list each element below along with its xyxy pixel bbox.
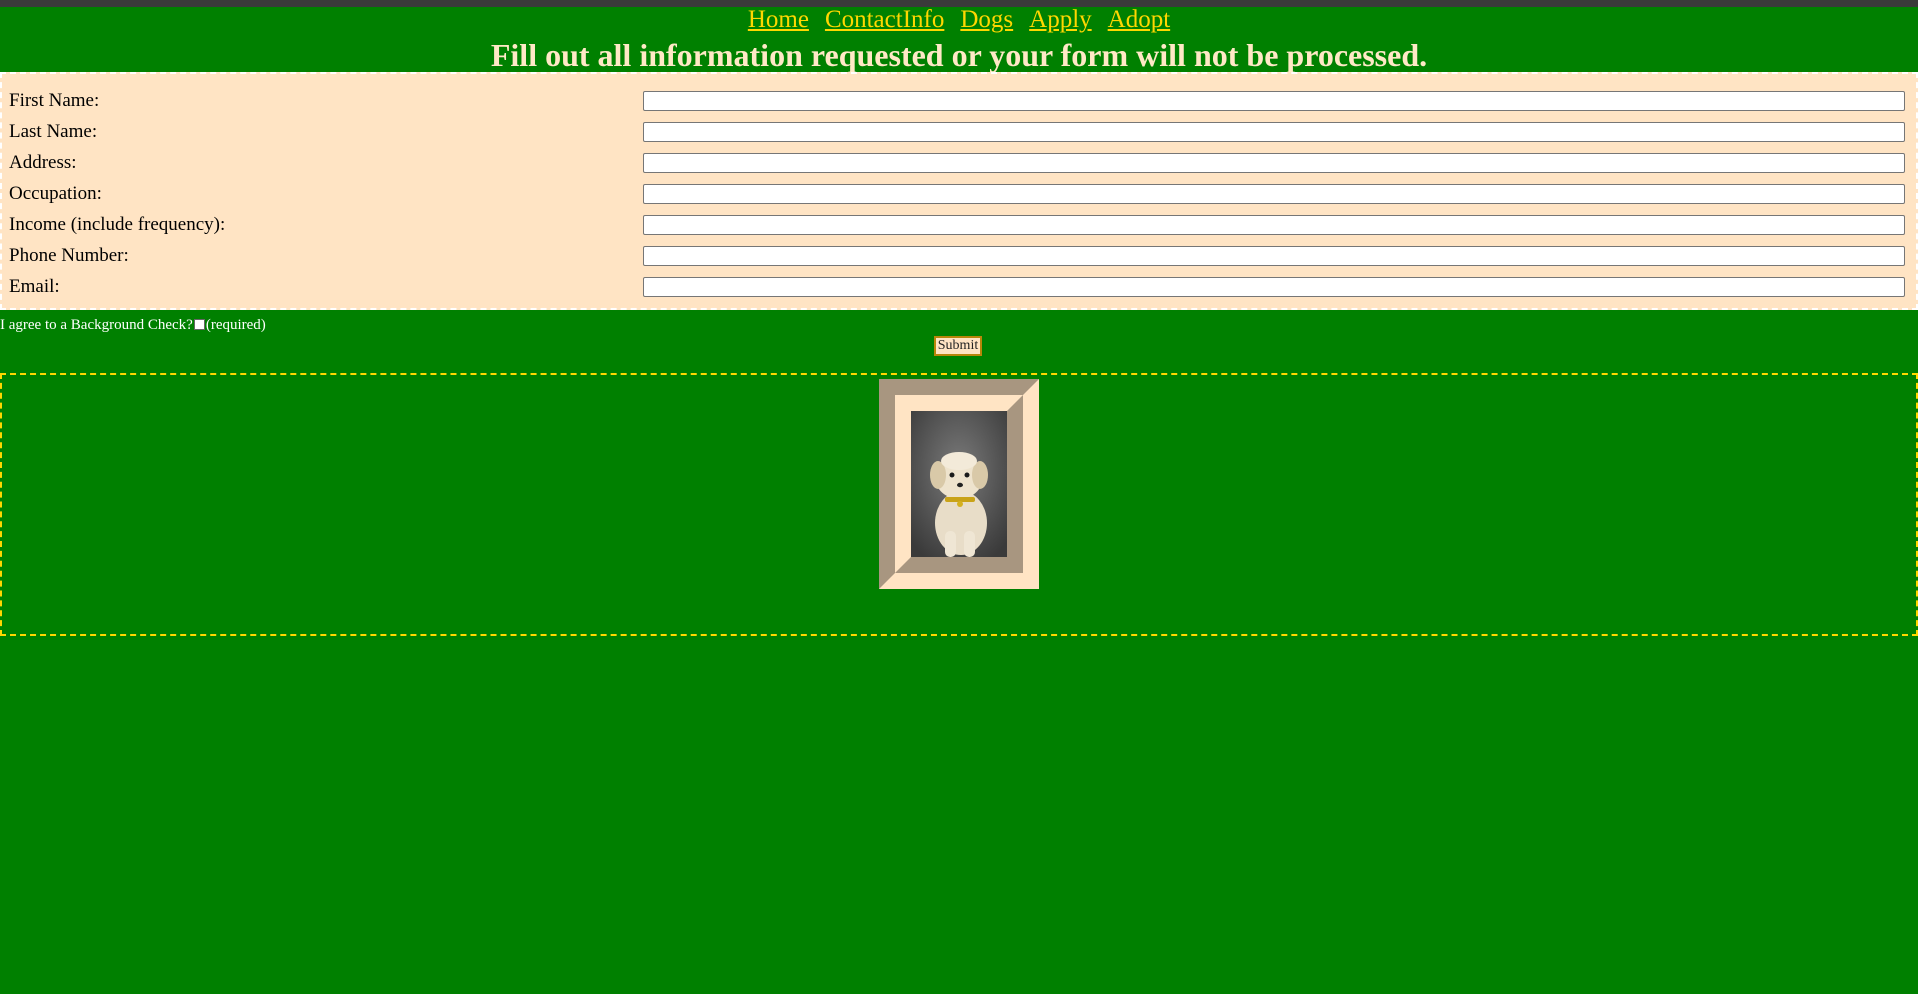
background-check-agreement: I agree to a Background Check? (required… bbox=[0, 317, 266, 334]
browser-top-bar bbox=[0, 0, 1918, 7]
income-label: Income (include frequency): bbox=[9, 214, 226, 235]
nav-link-contactinfo[interactable]: ContactInfo bbox=[825, 6, 944, 33]
occupation-input[interactable] bbox=[643, 184, 1905, 204]
phone-label: Phone Number: bbox=[9, 245, 129, 266]
submit-button[interactable]: Submit bbox=[934, 336, 982, 356]
address-label: Address: bbox=[9, 152, 77, 173]
required-note: (required) bbox=[205, 317, 266, 333]
nav-link-dogs[interactable]: Dogs bbox=[960, 6, 1013, 33]
picture-frame-inner bbox=[895, 395, 1023, 573]
form-row-last-name: Last Name: bbox=[2, 117, 1916, 148]
form-row-phone: Phone Number: bbox=[2, 241, 1916, 272]
form-row-income: Income (include frequency): bbox=[2, 210, 1916, 241]
occupation-label: Occupation: bbox=[9, 183, 102, 204]
application-form: First Name: Last Name: Address: Occupati… bbox=[0, 72, 1918, 310]
nav-bar: Home ContactInfo Dogs Apply Adopt bbox=[0, 7, 1918, 34]
first-name-label: First Name: bbox=[9, 90, 100, 111]
nav-link-home[interactable]: Home bbox=[748, 6, 809, 33]
last-name-label: Last Name: bbox=[9, 121, 98, 142]
nav-link-apply[interactable]: Apply bbox=[1029, 6, 1092, 33]
form-row-first-name: First Name: bbox=[2, 86, 1916, 117]
picture-frame bbox=[879, 379, 1039, 589]
background-check-label: I agree to a Background Check? bbox=[0, 317, 193, 333]
photo-gallery bbox=[0, 373, 1918, 636]
email-input[interactable] bbox=[643, 277, 1905, 297]
dog-photo-icon bbox=[911, 411, 1007, 557]
page-headline: Fill out all information requested or yo… bbox=[490, 37, 1428, 73]
form-row-address: Address: bbox=[2, 148, 1916, 179]
income-input[interactable] bbox=[643, 215, 1905, 235]
address-input[interactable] bbox=[643, 153, 1905, 173]
last-name-input[interactable] bbox=[643, 122, 1905, 142]
nav-link-adopt[interactable]: Adopt bbox=[1108, 6, 1171, 33]
form-row-email: Email: bbox=[2, 272, 1916, 303]
phone-input[interactable] bbox=[643, 246, 1905, 266]
email-label: Email: bbox=[9, 276, 60, 297]
background-check-checkbox[interactable] bbox=[193, 318, 205, 330]
first-name-input[interactable] bbox=[643, 91, 1905, 111]
form-row-occupation: Occupation: bbox=[2, 179, 1916, 210]
